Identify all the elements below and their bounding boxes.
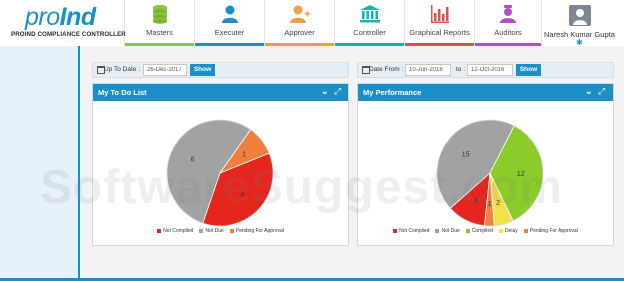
nav-label: Masters bbox=[146, 28, 173, 37]
nav-label: Approver bbox=[284, 28, 315, 37]
nav-underline bbox=[475, 43, 541, 46]
person-add-icon bbox=[289, 5, 310, 23]
legend-label: Delay bbox=[504, 228, 518, 234]
nav-label: Executer bbox=[214, 28, 245, 37]
legend-swatch bbox=[498, 228, 503, 233]
nav-masters[interactable]: Masters bbox=[125, 0, 195, 46]
bank-icon bbox=[359, 5, 380, 23]
performance-from-label: Date From : bbox=[369, 66, 404, 73]
top-navbar: proInd PROIND COMPLIANCE CONTROLLER Mast… bbox=[0, 0, 624, 47]
nav-underline bbox=[265, 43, 334, 46]
performance-to-label: to : bbox=[456, 66, 466, 73]
todo-panel: Up To Date : Show My To Do List ⌄ ⤢ 4 6 1 … bbox=[92, 62, 349, 246]
performance-filter-bar: Date From : to : Show bbox=[357, 62, 614, 78]
performance-show-button[interactable]: Show bbox=[516, 64, 541, 76]
legend-item[interactable]: Not Complied bbox=[393, 228, 429, 234]
person-icon bbox=[221, 5, 238, 23]
legend-swatch bbox=[393, 228, 398, 233]
legend-item[interactable]: Pending For Approval bbox=[229, 228, 284, 234]
chevron-down-icon[interactable]: ⌄ bbox=[321, 86, 329, 97]
auditor-icon bbox=[500, 5, 516, 23]
left-sidebar bbox=[0, 46, 80, 281]
legend-swatch bbox=[435, 228, 440, 233]
performance-widget-header: My Performance ⌄ ⤢ bbox=[358, 84, 613, 101]
todo-widget: My To Do List ⌄ ⤢ 4 6 1 Not Complied Not Du… bbox=[92, 83, 349, 246]
pie-data-label: 2 bbox=[496, 200, 500, 207]
nav-label: Graphical Reports bbox=[409, 28, 470, 37]
legend-item[interactable]: Delay bbox=[498, 228, 518, 234]
bar-chart-icon bbox=[430, 5, 449, 23]
legend-item[interactable]: Not Due bbox=[435, 228, 460, 234]
performance-from-input[interactable] bbox=[405, 64, 451, 76]
todo-show-button[interactable]: Show bbox=[190, 64, 215, 76]
legend-label: Not Complied bbox=[163, 228, 194, 234]
pie-data-label: 1 bbox=[242, 151, 246, 158]
nav-underline bbox=[335, 43, 404, 46]
performance-chart-legend: Not Complied Not Due Complied Delay Pending … bbox=[358, 228, 613, 234]
todo-date-input[interactable] bbox=[143, 64, 187, 76]
performance-widget: My Performance ⌄ ⤢ 4 15 12 2 1 Not Complied N… bbox=[357, 83, 614, 246]
pie-data-label: 4 bbox=[474, 198, 478, 205]
todo-pie-chart: 4 6 1 bbox=[166, 119, 274, 227]
nav-approver[interactable]: Approver bbox=[265, 0, 335, 46]
todo-chart-legend: Not Complied Not Due Pending For Approval bbox=[93, 228, 348, 234]
legend-label: Not Due bbox=[441, 228, 460, 234]
pie-data-label: 12 bbox=[517, 171, 525, 178]
nav-executer[interactable]: Executer bbox=[195, 0, 265, 46]
logo-subtitle: PROIND COMPLIANCE CONTROLLER bbox=[11, 31, 126, 38]
nav-label: Controller bbox=[353, 28, 386, 37]
nav-label: Auditors bbox=[494, 28, 522, 37]
nav-underline bbox=[405, 43, 474, 46]
legend-swatch bbox=[465, 228, 470, 233]
avatar[interactable] bbox=[569, 5, 591, 26]
legend-item[interactable]: Not Due bbox=[199, 228, 224, 234]
expand-icon[interactable]: ⤢ bbox=[598, 86, 605, 97]
legend-swatch bbox=[523, 228, 528, 233]
legend-label: Not Due bbox=[205, 228, 224, 234]
todo-filter-bar: Up To Date : Show bbox=[92, 62, 349, 78]
performance-widget-title: My Performance bbox=[363, 88, 422, 97]
legend-item[interactable]: Not Complied bbox=[157, 228, 193, 234]
performance-panel: Date From : to : Show My Performance ⌄ ⤢… bbox=[357, 62, 614, 246]
pie-data-label: 4 bbox=[240, 192, 244, 199]
legend-label: Pending For Approval bbox=[529, 228, 578, 234]
user-avatar-icon bbox=[573, 9, 587, 25]
todo-filter-label: Up To Date : bbox=[104, 66, 141, 73]
pie-data-label: 6 bbox=[191, 157, 195, 164]
legend-swatch bbox=[199, 228, 204, 233]
nav-graphical-reports[interactable]: Graphical Reports bbox=[405, 0, 475, 46]
expand-icon[interactable]: ⤢ bbox=[334, 86, 341, 97]
pie-data-label: 15 bbox=[462, 152, 470, 159]
legend-label: Not Complied bbox=[399, 228, 430, 234]
database-icon bbox=[152, 5, 167, 24]
performance-pie-chart: 4 15 12 21 bbox=[436, 119, 544, 227]
gear-icon[interactable]: ✱ bbox=[576, 39, 583, 47]
legend-label: Complied bbox=[471, 228, 493, 234]
todo-widget-title: My To Do List bbox=[98, 88, 147, 97]
logo-text: proInd bbox=[25, 3, 96, 31]
legend-item[interactable]: Complied bbox=[465, 228, 493, 234]
pie-data-label: 1 bbox=[488, 201, 492, 208]
legend-swatch bbox=[229, 228, 234, 233]
performance-to-input[interactable] bbox=[467, 64, 513, 76]
todo-widget-header: My To Do List ⌄ ⤢ bbox=[93, 84, 348, 101]
app-logo[interactable]: proInd PROIND COMPLIANCE CONTROLLER bbox=[0, 0, 126, 46]
nav-underline bbox=[195, 43, 264, 46]
legend-item[interactable]: Pending For Approval bbox=[523, 228, 578, 234]
legend-swatch bbox=[157, 228, 162, 233]
nav-underline bbox=[125, 43, 194, 46]
nav-controller[interactable]: Controller bbox=[335, 0, 405, 46]
chevron-down-icon[interactable]: ⌄ bbox=[585, 86, 593, 97]
legend-label: Pending For Approval bbox=[235, 228, 284, 234]
nav-auditors[interactable]: Auditors bbox=[475, 0, 542, 46]
